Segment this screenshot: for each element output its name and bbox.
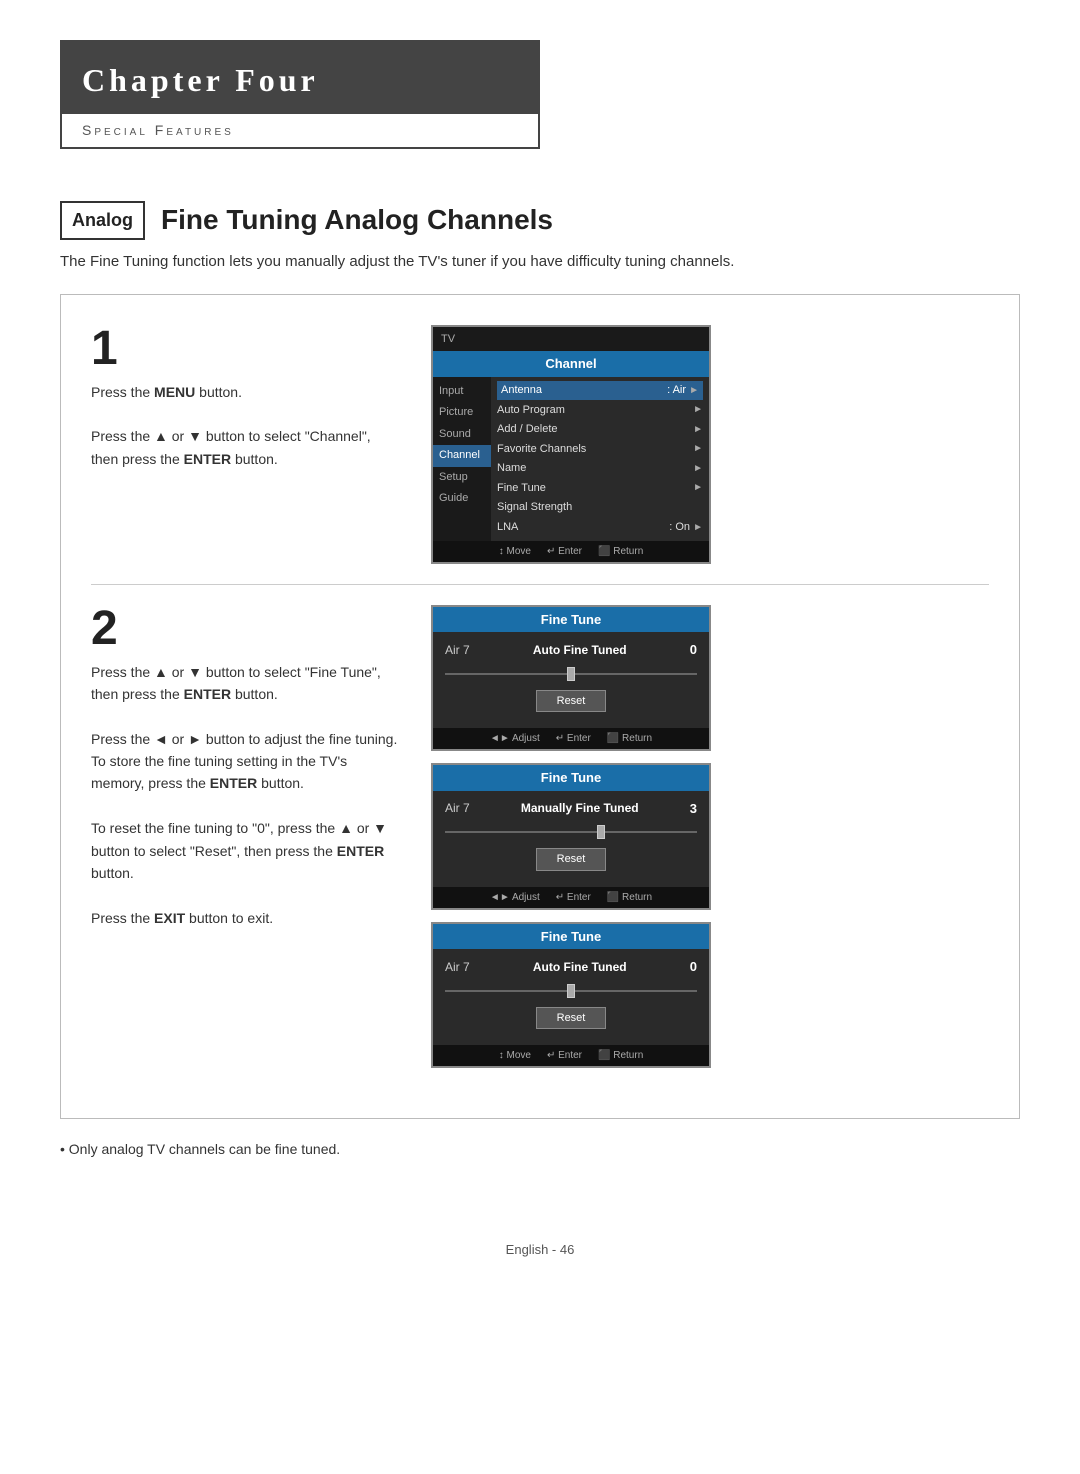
nav-input: Input: [433, 381, 491, 403]
tv-menu-footer: ↕ Move↵ Enter⬛ Return: [433, 541, 709, 562]
reset-button-1[interactable]: Reset: [536, 690, 606, 713]
fine-tune-row-1: Air 7 Auto Fine Tuned 0: [445, 640, 697, 660]
menu-row-antenna: Antenna: Air ►: [497, 381, 703, 401]
section-title: Fine Tuning Analog Channels: [161, 199, 553, 241]
fine-tune-body-2: Air 7 Manually Fine Tuned 3 Reset: [433, 791, 709, 887]
nav-setup: Setup: [433, 467, 491, 489]
content-box: 1 Press the MENU button. Press the ▲ or …: [60, 294, 1020, 1120]
slider-1: [445, 666, 697, 682]
menu-row-signal: Signal Strength: [497, 498, 703, 518]
step-2-left: 2 Press the ▲ or ▼ button to select "Fin…: [91, 605, 401, 930]
step-2-number: 2: [91, 605, 401, 653]
fine-tune-screen-2: Fine Tune Air 7 Manually Fine Tuned 3 Re…: [431, 763, 711, 910]
tv-label: TV: [441, 331, 455, 348]
step-1-row: 1 Press the MENU button. Press the ▲ or …: [91, 325, 989, 564]
step-2-text: Press the ▲ or ▼ button to select "Fine …: [91, 661, 401, 930]
note: Only analog TV channels can be fine tune…: [60, 1139, 1020, 1160]
slider-thumb-1: [567, 667, 575, 681]
chapter-subtitle: Special Features: [82, 120, 518, 141]
page-number: English - 46: [506, 1242, 575, 1257]
chapter-subtitle-box: Special Features: [62, 114, 538, 147]
step-1-left: 1 Press the MENU button. Press the ▲ or …: [91, 325, 401, 471]
fine-tune-row-3: Air 7 Auto Fine Tuned 0: [445, 957, 697, 977]
menu-row-finetune: Fine Tune►: [497, 478, 703, 498]
tuned-value-1: 0: [690, 640, 697, 660]
page-footer: English - 46: [60, 1240, 1020, 1260]
chapter-title-box: Chapter Four: [62, 42, 538, 114]
step-divider: [91, 584, 989, 585]
tv-menu-header: TV: [433, 327, 709, 352]
slider-2: [445, 824, 697, 840]
menu-row-lna: LNA: On ►: [497, 517, 703, 537]
menu-row-add: Add / Delete►: [497, 420, 703, 440]
step-1-right: TV Channel Input Picture Sound Channel S…: [431, 325, 989, 564]
fine-tune-screen-1: Fine Tune Air 7 Auto Fine Tuned 0 Reset: [431, 605, 711, 752]
step-2-right: Fine Tune Air 7 Auto Fine Tuned 0 Reset: [431, 605, 989, 1069]
nav-sound: Sound: [433, 424, 491, 446]
nav-channel: Channel: [433, 445, 491, 467]
tv-menu-nav: Input Picture Sound Channel Setup Guide: [433, 377, 491, 541]
fine-tune-footer-3: ↕ Move↵ Enter⬛ Return: [433, 1045, 709, 1066]
channel-label-2: Air 7: [445, 799, 470, 817]
tuned-type-2: Manually Fine Tuned: [521, 799, 639, 817]
tv-menu-sidebar: Input Picture Sound Channel Setup Guide …: [433, 377, 709, 541]
slider-thumb-2: [597, 825, 605, 839]
step-1-number: 1: [91, 325, 401, 373]
reset-button-3[interactable]: Reset: [536, 1007, 606, 1030]
analog-badge: Analog: [60, 201, 145, 240]
tuned-value-3: 0: [690, 957, 697, 977]
slider-thumb-3: [567, 984, 575, 998]
section-heading: Analog Fine Tuning Analog Channels: [60, 199, 1020, 241]
chapter-title: Chapter Four: [82, 56, 518, 104]
section-description: The Fine Tuning function lets you manual…: [60, 251, 880, 274]
step-2-row: 2 Press the ▲ or ▼ button to select "Fin…: [91, 605, 989, 1069]
page: Chapter Four Special Features Analog Fin…: [0, 0, 1080, 1474]
menu-row-auto: Auto Program►: [497, 400, 703, 420]
fine-tune-footer-2: ◄► Adjust↵ Enter⬛ Return: [433, 887, 709, 908]
reset-button-2[interactable]: Reset: [536, 848, 606, 871]
tuned-type-1: Auto Fine Tuned: [533, 641, 627, 659]
fine-tune-title-3: Fine Tune: [433, 924, 709, 950]
step-1-text: Press the MENU button. Press the ▲ or ▼ …: [91, 381, 401, 471]
fine-tune-row-2: Air 7 Manually Fine Tuned 3: [445, 799, 697, 819]
tuned-value-2: 3: [690, 799, 697, 819]
slider-3: [445, 983, 697, 999]
fine-tune-screen-3: Fine Tune Air 7 Auto Fine Tuned 0 Reset: [431, 922, 711, 1069]
nav-guide: Guide: [433, 488, 491, 510]
fine-tune-title-2: Fine Tune: [433, 765, 709, 791]
channel-label-1: Air 7: [445, 641, 470, 659]
menu-row-name: Name►: [497, 459, 703, 479]
tv-menu: TV Channel Input Picture Sound Channel S…: [431, 325, 711, 564]
chapter-header: Chapter Four Special Features: [60, 40, 540, 149]
fine-tune-body-1: Air 7 Auto Fine Tuned 0 Reset: [433, 632, 709, 728]
channel-label-3: Air 7: [445, 958, 470, 976]
fine-tune-title-1: Fine Tune: [433, 607, 709, 633]
tv-menu-title: Channel: [433, 351, 709, 377]
fine-tune-footer-1: ◄► Adjust↵ Enter⬛ Return: [433, 728, 709, 749]
tv-menu-content: Antenna: Air ► Auto Program► Add / Delet…: [491, 377, 709, 541]
nav-picture: Picture: [433, 402, 491, 424]
fine-tune-body-3: Air 7 Auto Fine Tuned 0 Reset: [433, 949, 709, 1045]
menu-row-favorite: Favorite Channels►: [497, 439, 703, 459]
tuned-type-3: Auto Fine Tuned: [533, 958, 627, 976]
slider-track-2: [445, 831, 697, 833]
